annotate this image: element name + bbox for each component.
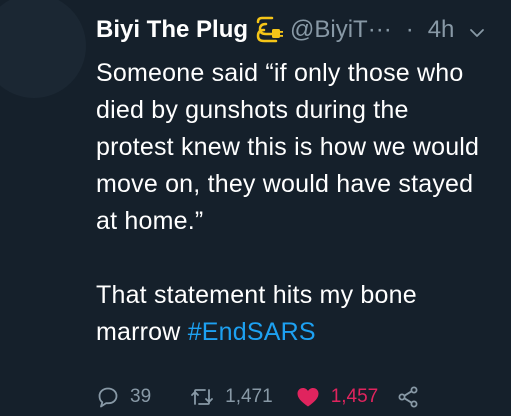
- author-name[interactable]: Biyi The Plug: [96, 16, 248, 44]
- chevron-down-icon[interactable]: [468, 21, 486, 39]
- author-handle[interactable]: @BiyiT···: [290, 16, 392, 44]
- share-icon: [398, 386, 418, 408]
- tweet-text-line: protest knew this is how we would: [96, 133, 480, 161]
- plug-icon: [254, 16, 284, 44]
- reply-button[interactable]: 39: [96, 385, 151, 409]
- tweet-text-fragment: marrow: [96, 318, 188, 346]
- tweet-time[interactable]: 4h: [428, 16, 455, 44]
- tweet-text-line: move on, they would have stayed: [96, 170, 474, 198]
- tweet-text-line: died by gunshots during the: [96, 96, 409, 124]
- heart-icon: [297, 388, 319, 407]
- tweet-text-line-with-hashtag: marrow #EndSARS: [96, 314, 501, 351]
- tweet-text-line: That statement hits my bone: [96, 281, 417, 309]
- like-button[interactable]: 1,457: [295, 385, 379, 409]
- tweet-text-line: Someone said “if only those who: [96, 59, 464, 87]
- retweet-button[interactable]: 1,471: [189, 385, 273, 409]
- tweet-text-line: at home.”: [96, 207, 204, 235]
- reply-count: 39: [130, 386, 152, 407]
- tweet-header: Biyi The Plug @BiyiT··· · 4h: [96, 10, 503, 50]
- avatar[interactable]: [0, 0, 86, 98]
- separator-dot: ·: [405, 16, 414, 43]
- retweet-count: 1,471: [225, 386, 273, 407]
- retweet-icon: [191, 389, 214, 405]
- tweet-actions: 39 1,471 1,457: [96, 381, 420, 413]
- like-count: 1,457: [330, 386, 379, 407]
- hashtag-link[interactable]: #EndSARS: [188, 318, 316, 346]
- share-button[interactable]: [396, 385, 420, 409]
- speech-bubble-icon: [98, 387, 118, 408]
- tweet-body: Someone said “if only those who died by …: [96, 55, 501, 351]
- tweet: Biyi The Plug @BiyiT··· · 4h Someone sai…: [0, 0, 511, 416]
